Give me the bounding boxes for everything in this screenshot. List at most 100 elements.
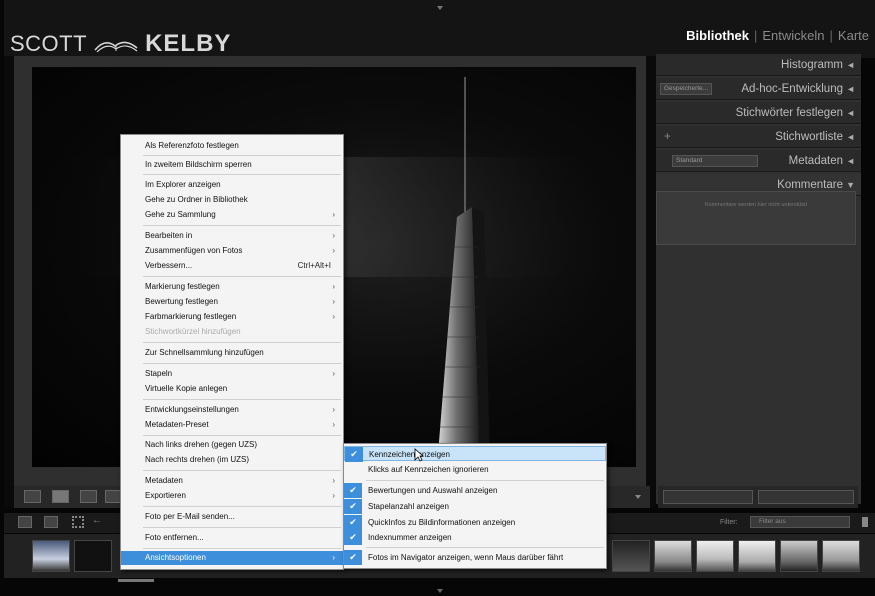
- submenu-item-label: Bewertungen und Auswahl anzeigen: [368, 486, 498, 495]
- second-window-icon[interactable]: [44, 516, 58, 528]
- menu-item-label: Farbmarkierung festlegen: [145, 312, 237, 321]
- panel-keyword-list[interactable]: + Stichwortliste ◄: [656, 126, 861, 148]
- filmstrip-thumbnail[interactable]: [738, 540, 776, 572]
- menu-item-rotate-right[interactable]: Nach rechts drehen (im UZS): [121, 453, 343, 467]
- collapse-arrow-icon[interactable]: ◄: [846, 78, 855, 100]
- menu-item-set-color-label[interactable]: Farbmarkierung festlegen ›: [121, 310, 343, 324]
- right-panel: Histogramm ◄ Gespeicherte... Ad-hoc-Entwic…: [656, 54, 861, 504]
- menu-item-go-to-collection[interactable]: Gehe zu Sammlung ›: [121, 208, 343, 222]
- menu-item-show-in-explorer[interactable]: Im Explorer anzeigen: [121, 178, 343, 192]
- menu-separator: [143, 435, 341, 436]
- menu-separator: [143, 363, 341, 364]
- shortcut-label: Ctrl+Alt+I: [297, 261, 331, 270]
- filter-lock-icon[interactable]: [862, 517, 868, 527]
- module-map[interactable]: Karte: [838, 28, 869, 43]
- filmstrip-scrollbar[interactable]: [118, 579, 154, 582]
- panel-keywording[interactable]: Stichwörter festlegen ◄: [656, 102, 861, 124]
- module-library[interactable]: Bibliothek: [686, 28, 749, 43]
- menu-item-metadata-preset[interactable]: Metadaten-Preset ›: [121, 418, 343, 432]
- submenu-item-show-flags[interactable]: ✔ Kennzeichen anzeigen: [344, 446, 606, 462]
- metadata-preset-dropdown[interactable]: Standard: [672, 155, 758, 167]
- submenu-item-navigator-hover[interactable]: ✔ Fotos im Navigator anzeigen, wenn Maus …: [344, 550, 606, 565]
- menu-item-set-flag[interactable]: Markierung festlegen ›: [121, 280, 343, 294]
- collapse-arrow-icon[interactable]: ◄: [846, 102, 855, 124]
- collapse-arrow-icon[interactable]: ◄: [846, 54, 855, 76]
- menu-item-create-virtual-copy[interactable]: Virtuelle Kopie anlegen: [121, 382, 343, 396]
- bottom-panel-toggle[interactable]: [437, 589, 443, 593]
- preset-dropdown[interactable]: Gespeicherte...: [660, 83, 713, 95]
- filter-label: Filter:: [720, 519, 738, 526]
- top-panel-toggle[interactable]: [437, 6, 443, 10]
- filter-dropdown[interactable]: Filter aus: [750, 516, 850, 528]
- menu-item-view-options[interactable]: Ansichtsoptionen ›: [121, 551, 343, 565]
- filmstrip-thumbnail[interactable]: [780, 540, 818, 572]
- menu-item-email-photo[interactable]: Foto per E-Mail senden...: [121, 510, 343, 524]
- menu-separator: [143, 276, 341, 277]
- module-develop[interactable]: Entwickeln: [762, 28, 824, 43]
- filmstrip-thumbnail[interactable]: [822, 540, 860, 572]
- menu-item-set-reference[interactable]: Als Referenzfoto festlegen: [121, 139, 343, 153]
- menu-item-label: Nach rechts drehen (im UZS): [145, 455, 250, 464]
- filmstrip-thumbnail[interactable]: [696, 540, 734, 572]
- menu-item-label: Nach links drehen (gegen UZS): [145, 440, 258, 449]
- menu-item-develop-settings[interactable]: Entwicklungseinstellungen ›: [121, 403, 343, 417]
- menu-item-label: Verbessern...: [145, 261, 193, 270]
- menu-item-label: Stapeln: [145, 369, 173, 378]
- sync-metadata-button[interactable]: [663, 490, 753, 504]
- filmstrip-thumbnail[interactable]: [612, 540, 650, 572]
- menu-item-edit-in[interactable]: Bearbeiten in ›: [121, 229, 343, 243]
- panel-histogram[interactable]: Histogramm ◄: [656, 54, 861, 76]
- submenu-item-show-index-number[interactable]: ✔ Indexnummer anzeigen: [344, 530, 606, 545]
- menu-item-label: Bearbeiten in: [145, 231, 193, 240]
- menu-item-add-to-quick-collection[interactable]: Zur Schnellsammlung hinzufügen: [121, 346, 343, 360]
- submenu-item-label: Stapelanzahl anzeigen: [368, 502, 449, 511]
- menu-item-go-to-folder[interactable]: Gehe zu Ordner in Bibliothek: [121, 193, 343, 207]
- menu-item-rotate-left[interactable]: Nach links drehen (gegen UZS): [121, 438, 343, 452]
- menu-item-label: Zur Schnellsammlung hinzufügen: [145, 348, 264, 357]
- collapse-arrow-icon[interactable]: ◄: [846, 126, 855, 148]
- grid-view-icon[interactable]: [24, 490, 41, 503]
- panel-quick-develop[interactable]: Gespeicherte... Ad-hoc-Entwicklung ◄: [656, 78, 861, 100]
- menu-item-label: Virtuelle Kopie anlegen: [145, 384, 228, 393]
- menu-item-set-rating[interactable]: Bewertung festlegen ›: [121, 295, 343, 309]
- menu-item-remove-photo[interactable]: Foto entfernen...: [121, 531, 343, 545]
- menu-separator: [143, 548, 341, 549]
- submenu-item-show-ratings[interactable]: ✔ Bewertungen und Auswahl anzeigen: [344, 483, 606, 498]
- menu-item-export[interactable]: Exportieren ›: [121, 489, 343, 503]
- menu-item-lock-second-screen[interactable]: In zweitem Bildschirm sperren: [121, 158, 343, 172]
- menu-item-metadata[interactable]: Metadaten ›: [121, 474, 343, 488]
- checkmark-icon: ✔: [344, 550, 362, 565]
- submenu-arrow-icon: ›: [332, 476, 335, 485]
- module-picker: Bibliothek | Entwickeln | Karte: [686, 28, 869, 43]
- menu-item-photo-merge[interactable]: Zusammenfügen von Fotos ›: [121, 244, 343, 258]
- main-window-icon[interactable]: [18, 516, 32, 528]
- menu-item-enhance[interactable]: Verbessern... Ctrl+Alt+I: [121, 259, 343, 273]
- grid-icon[interactable]: [72, 516, 84, 528]
- panel-metadata[interactable]: Standard Metadaten ◄: [656, 150, 861, 172]
- panel-label: Ad-hoc-Entwicklung: [741, 83, 843, 95]
- filmstrip-thumbnail[interactable]: [74, 540, 112, 572]
- submenu-item-label: Fotos im Navigator anzeigen, wenn Maus d…: [368, 553, 564, 562]
- checkmark-icon: ✔: [344, 483, 362, 498]
- submenu-item-ignore-flag-clicks[interactable]: Klicks auf Kennzeichen ignorieren: [344, 462, 606, 477]
- menu-item-label: Metadaten: [145, 476, 183, 485]
- menu-separator: [143, 155, 341, 156]
- collapse-arrow-icon[interactable]: ◄: [846, 150, 855, 172]
- menu-item-label: Entwicklungseinstellungen: [145, 405, 239, 414]
- filmstrip-thumbnail[interactable]: [654, 540, 692, 572]
- back-arrow-icon[interactable]: ←: [92, 515, 102, 526]
- menu-separator: [366, 480, 604, 481]
- panel-label: Metadaten: [788, 155, 843, 167]
- submenu-item-show-tooltips[interactable]: ✔ QuickInfos zu Bildinformationen anzeige…: [344, 515, 606, 530]
- logo-text-right: KELBY: [145, 30, 232, 57]
- menu-item-stacking[interactable]: Stapeln ›: [121, 367, 343, 381]
- filmstrip-thumbnail[interactable]: [32, 540, 70, 572]
- submenu-arrow-icon: ›: [332, 553, 335, 562]
- submenu-item-show-stack-count[interactable]: ✔ Stapelanzahl anzeigen: [344, 499, 606, 514]
- compare-view-icon[interactable]: [80, 490, 97, 503]
- sync-settings-button[interactable]: [758, 490, 854, 504]
- toolbar-menu-arrow[interactable]: [635, 495, 641, 499]
- comment-area: Kommentare werden hier nicht unterstützt: [656, 191, 856, 245]
- add-keyword-icon[interactable]: +: [664, 126, 671, 148]
- loupe-view-icon[interactable]: [52, 490, 69, 503]
